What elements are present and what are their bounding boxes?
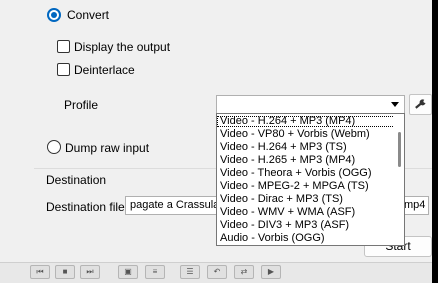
destination-file-label: Destination file:: [46, 200, 129, 214]
shuffle-icon[interactable]: ⇄: [234, 265, 254, 279]
next-icon[interactable]: ⏭: [80, 265, 100, 279]
scrollbar-thumb[interactable]: [398, 132, 401, 167]
destination-group-title: Destination: [46, 173, 107, 187]
destination-extension-field[interactable]: mp4: [403, 196, 429, 215]
previous-icon[interactable]: ⏮: [30, 265, 50, 279]
profile-option[interactable]: Video - WMV + WMA (ASF): [217, 207, 395, 218]
profile-option[interactable]: Video - Dirac + MP3 (TS): [217, 194, 395, 205]
profile-option[interactable]: Video - DIV3 + MP3 (ASF): [217, 220, 395, 231]
convert-radio[interactable]: [47, 8, 61, 22]
deinterlace-checkbox[interactable]: [57, 63, 70, 76]
dump-raw-label: Dump raw input: [65, 141, 150, 155]
profile-option[interactable]: Video - H.265 + MP3 (MP4): [217, 155, 395, 166]
profile-label: Profile: [64, 98, 99, 112]
display-output-label: Display the output: [74, 40, 171, 54]
deinterlace-label: Deinterlace: [74, 63, 135, 77]
display-output-checkbox[interactable]: [57, 40, 70, 53]
playlist-icon[interactable]: ☰: [180, 265, 200, 279]
equalizer-icon[interactable]: ≡: [145, 265, 165, 279]
background-window-left: [0, 0, 25, 283]
destination-file-input[interactable]: pagate a Crassula: [125, 196, 217, 215]
frame-step-icon[interactable]: ▶: [261, 265, 281, 279]
destination-extension-value: mp4: [404, 199, 426, 211]
chevron-down-icon: [391, 102, 399, 107]
background-window-edge: [432, 0, 438, 283]
wrench-icon: [415, 99, 426, 109]
fullscreen-icon[interactable]: ▣: [118, 265, 138, 279]
edit-profile-button[interactable]: [409, 94, 432, 115]
profile-option[interactable]: Video - H.264 + MP3 (TS): [217, 142, 395, 153]
loop-icon[interactable]: ↶: [207, 265, 227, 279]
profile-select[interactable]: [216, 95, 405, 114]
dropdown-scrollbar[interactable]: [394, 114, 404, 245]
dump-raw-radio[interactable]: [47, 140, 61, 154]
profile-option[interactable]: Video - H.264 + MP3 (MP4): [217, 116, 395, 127]
profile-dropdown-list: Video - H.264 + MP3 (MP4) Video - VP80 +…: [216, 113, 405, 246]
convert-label: Convert: [67, 8, 110, 22]
profile-option[interactable]: Video - VP80 + Vorbis (Webm): [217, 129, 395, 140]
profile-option[interactable]: Audio - Vorbis (OGG): [217, 233, 395, 244]
destination-file-value: pagate a Crassula: [130, 199, 217, 211]
profile-option[interactable]: Video - Theora + Vorbis (OGG): [217, 168, 395, 179]
stop-icon[interactable]: ■: [55, 265, 75, 279]
profile-option[interactable]: Video - MPEG-2 + MPGA (TS): [217, 181, 395, 192]
